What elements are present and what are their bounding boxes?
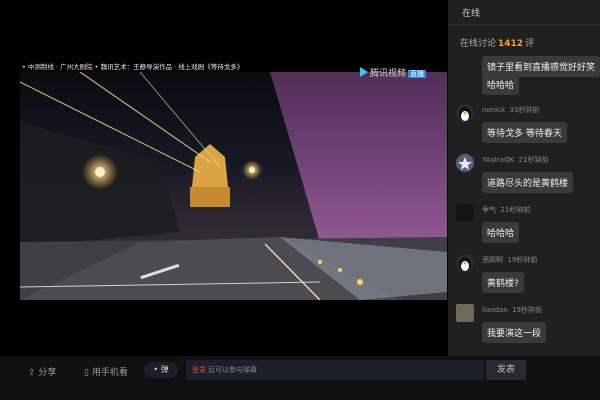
watch-on-phone-button[interactable]: ▯ 用手机看 (84, 365, 128, 378)
chat-bubble: 我要演这一段 (482, 322, 547, 343)
chat-bubble: 哈哈哈 (482, 74, 520, 95)
chat-username[interactable]: 酒窝啊 19秒钟前 (482, 255, 537, 265)
dark-avatar-icon[interactable] (456, 204, 474, 222)
danmaku-icon: • (153, 365, 159, 374)
share-button[interactable]: ⇪ 分享 (28, 365, 56, 378)
tencent-video-watermark: 腾讯视频 直播 (360, 66, 427, 79)
chat-username[interactable]: YAstraQK 21秒钟前 (482, 155, 549, 165)
video-player[interactable]: • 中测制线 · 广州大剧院 • 魏讯艺术：王静导演作品 · 线上戏剧《等待戈多… (0, 0, 448, 356)
tab-divider (448, 24, 600, 25)
chat-bubble: 黄鹤楼? (482, 272, 524, 293)
video-frame[interactable] (20, 72, 447, 300)
chat-bubble: 等待戈多 等待春天 (482, 122, 567, 143)
count-number: 1412 (498, 39, 524, 49)
chat-username[interactable]: nonick 33秒钟前 (482, 105, 539, 115)
star-avatar-icon[interactable] (456, 154, 474, 172)
video-caption: • 中测制线 · 广州大剧院 • 魏讯艺术：王静导演作品 · 线上戏剧《等待戈多… (22, 63, 244, 71)
count-suffix: 评 (525, 39, 535, 49)
tab-online[interactable]: 在线 (462, 6, 480, 19)
live-tag: 直播 (408, 70, 427, 78)
play-logo-icon (360, 67, 368, 77)
count-prefix: 在线讨论 (460, 39, 497, 49)
penguin-avatar-icon[interactable] (456, 104, 474, 122)
chat-panel: 在线 在线讨论 1412 评 镜子里看到直播感觉好好笑 哈哈哈 nonick 33秒… (448, 0, 600, 356)
night-street-scene (20, 72, 447, 300)
chat-username[interactable]: 争气 21秒钟前 (482, 205, 530, 215)
chat-bubble: 道路尽头的是黄鹤楼 (482, 172, 574, 193)
penguin-avatar-icon[interactable] (456, 254, 474, 272)
online-count: 在线讨论 1412 评 (460, 36, 534, 49)
chat-bubble: 哈哈哈 (482, 222, 520, 243)
danmaku-toggle-button[interactable]: • 弹 (144, 362, 178, 378)
share-icon: ⇪ (28, 368, 36, 378)
danmaku-input[interactable]: 登录 后可以参与弹幕 (186, 360, 484, 380)
watermark-text: 腾讯视频 (370, 69, 407, 79)
photo-avatar-icon[interactable] (456, 304, 474, 322)
phone-icon: ▯ (84, 368, 89, 378)
input-placeholder: 后可以参与弹幕 (208, 366, 257, 374)
chat-tabs: 在线 (448, 0, 600, 24)
chat-username[interactable]: liaodan 19秒钟前 (482, 305, 542, 315)
send-button[interactable]: 发表 (486, 360, 526, 380)
login-link[interactable]: 登录 (192, 366, 206, 374)
